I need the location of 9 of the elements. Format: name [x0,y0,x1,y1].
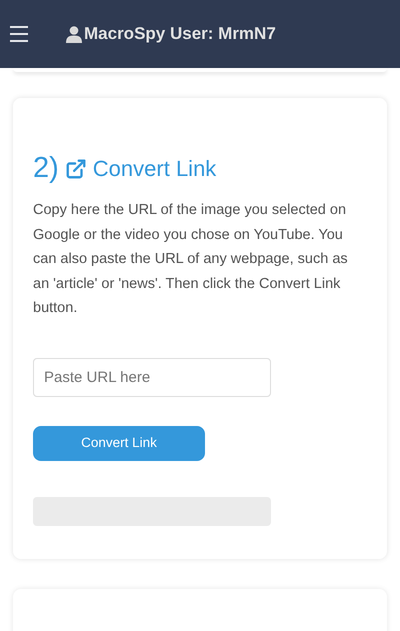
description-text: Copy here the URL of the image you selected on Google or the video you chose on YouTube. You can also paste the URL of any webpage, such as an 'article' or 'news'. Then click the Convert Link button. [33,201,349,318]
url-field[interactable]: Paste URL here [33,358,271,396]
section-heading: Convert Link [92,158,216,180]
external-link-icon [64,158,87,180]
user-title: MacroSpy User: MrmN7 [84,23,276,46]
menu-icon[interactable] [10,26,28,42]
convert-link-button[interactable]: Convert Link [33,426,205,460]
step-number: 2) [33,154,59,183]
user-icon [66,26,82,42]
